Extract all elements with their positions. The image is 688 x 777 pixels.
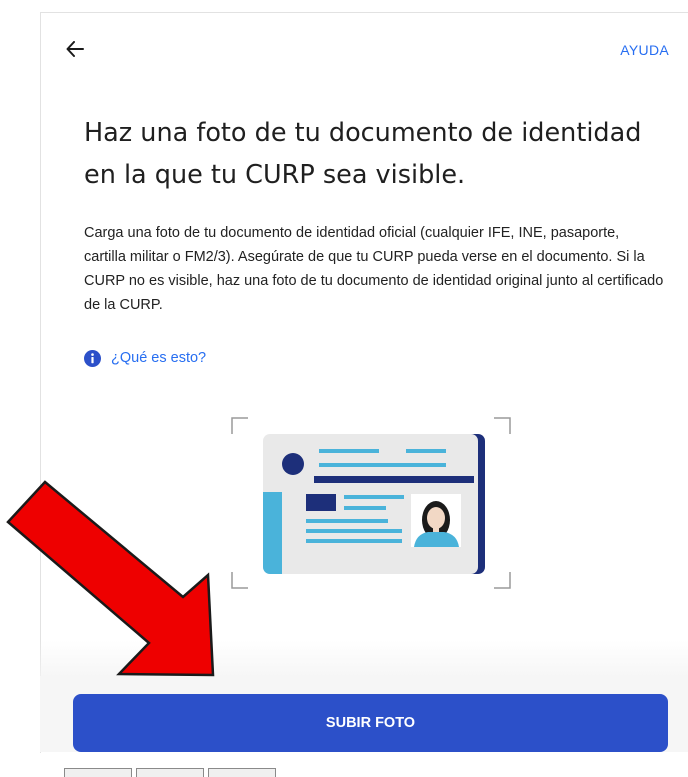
upload-photo-button[interactable]: SUBIR FOTO	[73, 694, 668, 752]
page-title: Haz una foto de tu documento de identida…	[84, 118, 642, 190]
corner-top-right	[494, 417, 511, 434]
card-stripe	[263, 492, 282, 574]
what-is-this-link[interactable]: ¿Qué es esto?	[84, 348, 206, 368]
card-photo	[411, 494, 461, 547]
back-button[interactable]	[66, 34, 106, 64]
corner-bottom-left	[231, 572, 248, 589]
corner-top-left	[231, 417, 248, 434]
corner-bottom-right	[494, 572, 511, 589]
id-card-illustration	[231, 417, 511, 589]
arrow-left-icon	[66, 41, 84, 57]
card-logo	[282, 453, 304, 475]
info-link-label: ¿Qué es esto?	[111, 350, 207, 366]
description-text: Carga una foto de tu documento de identi…	[84, 225, 664, 313]
red-arrow-annotation	[6, 480, 215, 677]
info-icon	[84, 349, 101, 367]
id-card	[263, 434, 485, 574]
help-link[interactable]: AYUDA	[620, 42, 669, 58]
